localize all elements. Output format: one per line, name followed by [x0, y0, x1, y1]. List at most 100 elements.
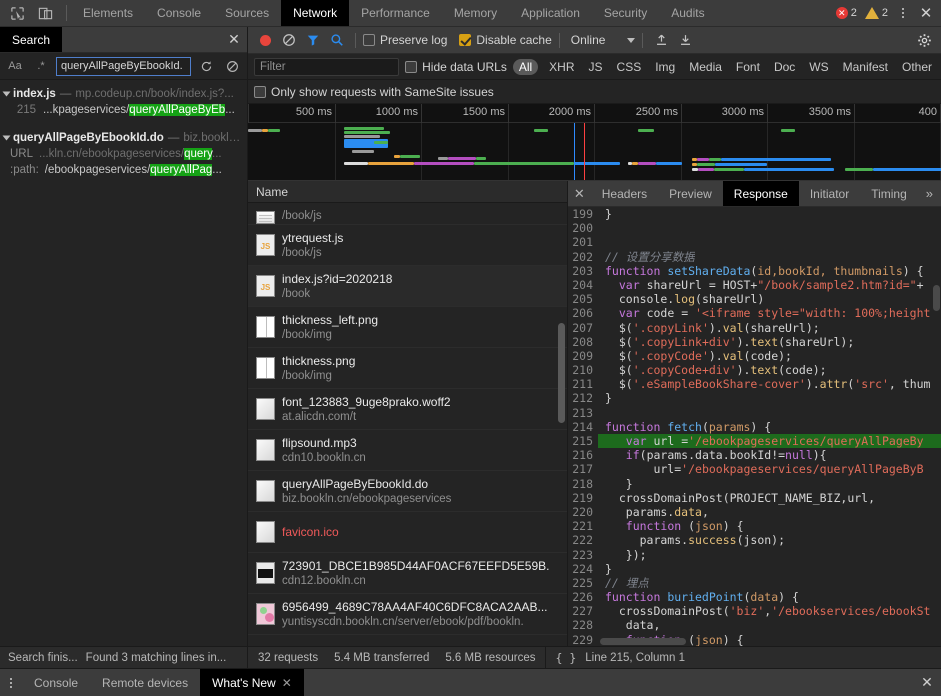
more-tabs-icon[interactable]: » [918, 181, 941, 206]
device-toolbar-icon[interactable] [32, 1, 58, 25]
filter-icon[interactable] [302, 29, 324, 51]
drawer-tab-console[interactable]: Console [22, 669, 90, 696]
filter-type-font[interactable]: Font [733, 59, 763, 75]
tab-headers[interactable]: Headers [591, 181, 658, 206]
warning-badge[interactable]: 2 [862, 7, 891, 19]
tab-response[interactable]: Response [722, 181, 799, 206]
code-line: 219 crossDomainPost(PROJECT_NAME_BIZ,url… [568, 490, 941, 505]
tab-console[interactable]: Console [145, 0, 213, 26]
table-row[interactable]: ytrequest.js /book/js [248, 225, 567, 266]
match-prefix: ...kln.cn/ebookpageservices/ [39, 148, 185, 160]
filter-type-manifest[interactable]: Manifest [840, 59, 891, 75]
search-result-line[interactable]: :path: /ebookpageservices/queryAllPag... [0, 162, 247, 178]
clear-icon[interactable] [278, 29, 300, 51]
table-row[interactable]: favicon.ico [248, 512, 567, 553]
close-detail-icon[interactable]: ✕ [568, 181, 591, 206]
tab-initiator[interactable]: Initiator [799, 181, 860, 206]
filter-type-css[interactable]: CSS [614, 59, 645, 75]
filter-type-img[interactable]: Img [652, 59, 678, 75]
close-tab-icon[interactable]: ✕ [282, 676, 292, 690]
load-event-marker [584, 123, 585, 180]
request-list-header[interactable]: Name [248, 181, 567, 203]
throttling-select[interactable]: Online [571, 33, 636, 47]
code-line: 202 // 设置分享数据 [568, 249, 941, 264]
search-panel-close-icon[interactable]: ✕ [221, 27, 247, 52]
filter-type-all[interactable]: All [512, 58, 539, 75]
request-row-text: ytrequest.js /book/js [282, 230, 343, 261]
warning-count: 2 [881, 7, 888, 19]
code-horizontal-scrollbar[interactable] [600, 638, 686, 645]
match-case-toggle[interactable]: Aa [4, 56, 26, 76]
tab-elements[interactable]: Elements [71, 0, 145, 26]
drawer-menu-icon[interactable] [0, 669, 22, 696]
tab-sources[interactable]: Sources [213, 0, 281, 26]
pretty-print-icon[interactable]: { } [555, 651, 576, 665]
search-result-url: mp.codeup.cn/book/index.js?... [75, 88, 234, 100]
close-devtools-icon[interactable]: ✕ [915, 2, 937, 24]
devtools-menu-icon[interactable] [893, 2, 913, 24]
tab-network[interactable]: Network [281, 0, 350, 26]
tab-security[interactable]: Security [592, 0, 659, 26]
request-rows[interactable]: /book/js ytrequest.js /book/js [248, 203, 567, 646]
request-name: queryAllPageByEbookId.do [282, 476, 429, 491]
gear-icon[interactable] [913, 29, 935, 51]
search-result-line[interactable]: 215 ...kpageservices/queryAllPageByEb... [0, 102, 247, 118]
tab-performance[interactable]: Performance [349, 0, 442, 26]
table-row[interactable]: 6956499_4689C78AA4AF40C6DFC8ACA2AAB... y… [248, 594, 567, 635]
record-icon[interactable] [254, 29, 276, 51]
preserve-log-checkbox[interactable]: Preserve log [363, 33, 447, 47]
refresh-icon[interactable] [195, 56, 217, 76]
tab-timing[interactable]: Timing [860, 181, 918, 206]
filter-input[interactable]: Filter [254, 57, 400, 76]
tab-memory[interactable]: Memory [442, 0, 509, 26]
table-row[interactable]: queryAllPageByEbookId.do biz.bookln.cn/e… [248, 471, 567, 512]
clear-icon[interactable] [221, 56, 243, 76]
drawer-tab-whats-new[interactable]: What's New ✕ [200, 669, 304, 696]
request-list-scrollbar[interactable] [558, 323, 565, 423]
close-drawer-icon[interactable]: ✕ [913, 669, 941, 696]
search-result-file-header[interactable]: queryAllPageByEbookId.do — biz.bookln... [0, 130, 247, 146]
tab-application[interactable]: Application [509, 0, 592, 26]
samesite-checkbox[interactable]: Only show requests with SameSite issues [254, 85, 494, 99]
line-number: 220 [568, 504, 598, 520]
tab-preview[interactable]: Preview [658, 181, 723, 206]
table-row[interactable]: font_123883_9uge8prako.woff2 at.alicdn.c… [248, 389, 567, 430]
disable-cache-checkbox[interactable]: Disable cache [459, 33, 552, 47]
checkbox-box [459, 34, 472, 46]
expand-triangle-icon[interactable] [2, 91, 11, 97]
search-result-file-header[interactable]: index.js — mp.codeup.cn/book/index.js?..… [0, 86, 247, 102]
response-code-viewer[interactable]: 199} 200 201 202// 设置分享数据 203 function setSha… [568, 207, 941, 646]
filter-type-ws[interactable]: WS [806, 59, 831, 75]
error-badge[interactable]: ✕ 2 [833, 7, 860, 19]
request-name: flipsound.mp3 [282, 435, 357, 450]
expand-triangle-icon[interactable] [2, 135, 11, 141]
table-row[interactable]: flipsound.mp3 cdn10.bookln.cn [248, 430, 567, 471]
table-row[interactable]: index.js?id=2020218 /book [248, 266, 567, 307]
search-result-line[interactable]: URL ...kln.cn/ebookpageservices/query... [0, 146, 247, 162]
code-vertical-scrollbar[interactable] [933, 285, 940, 311]
filter-type-doc[interactable]: Doc [771, 59, 798, 75]
drawer-tab-remote-devices[interactable]: Remote devices [90, 669, 200, 696]
network-overview[interactable]: 500 ms 1000 ms 1500 ms 2000 ms 2500 ms 3… [248, 104, 941, 181]
tick-label: 2000 ms [548, 106, 591, 118]
inspect-element-icon[interactable] [4, 1, 30, 25]
filter-type-xhr[interactable]: XHR [546, 59, 577, 75]
table-row[interactable]: thickness.png /book/img [248, 348, 567, 389]
regex-toggle[interactable]: .* [30, 56, 52, 76]
search-icon[interactable] [326, 29, 348, 51]
tab-audits[interactable]: Audits [659, 0, 716, 26]
filter-type-other[interactable]: Other [899, 59, 935, 75]
table-row[interactable]: 723901_DBCE1B985D44AF0ACF67EEFD5E59B. cd… [248, 553, 567, 594]
code-line: 215 var url ='/ebookpageservices/queryAl… [568, 434, 941, 449]
chevron-down-icon [627, 37, 636, 43]
filter-type-media[interactable]: Media [686, 59, 725, 75]
code-line-content: } [605, 207, 612, 221]
import-har-icon[interactable] [650, 29, 672, 51]
search-input[interactable]: queryAllPageByEbookId. [56, 56, 191, 76]
search-results-list[interactable]: index.js — mp.codeup.cn/book/index.js?..… [0, 80, 247, 646]
export-har-icon[interactable] [674, 29, 696, 51]
hide-data-urls-checkbox[interactable]: Hide data URLs [405, 60, 507, 74]
filter-type-js[interactable]: JS [586, 59, 606, 75]
table-row[interactable]: /book/js [248, 203, 567, 225]
table-row[interactable]: thickness_left.png /book/img [248, 307, 567, 348]
